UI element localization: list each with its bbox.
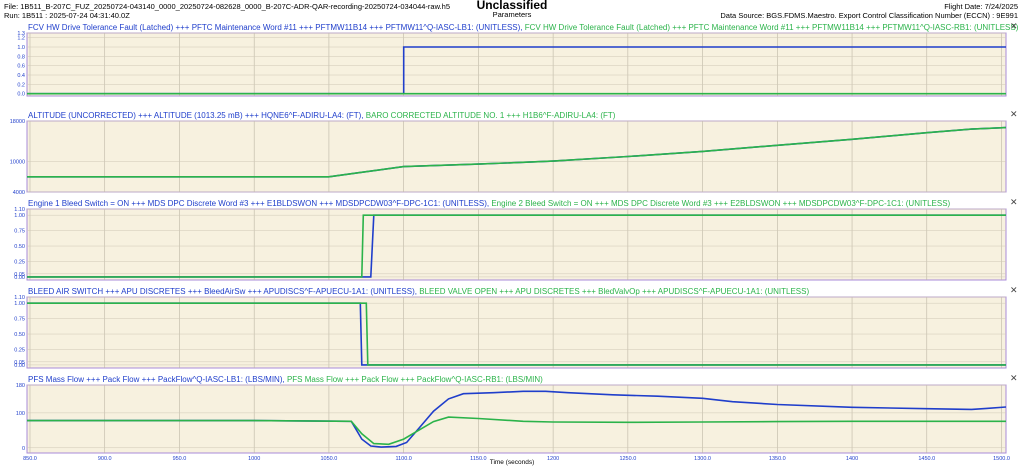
y-tick-label: 0.25 xyxy=(14,347,25,353)
y-tick-label: 0.75 xyxy=(14,229,25,235)
y-tick-label: 180 xyxy=(16,383,25,389)
y-tick-label: 0.4 xyxy=(17,73,25,79)
y-tick-label: 0.2 xyxy=(17,82,25,88)
plot-background xyxy=(26,384,1007,454)
y-tick-label: 0.8 xyxy=(17,54,25,60)
chart-area: 0.00.20.40.60.81.01.21.3400010000180000.… xyxy=(10,31,1010,462)
x-axis-label: Time (seconds) xyxy=(489,459,535,466)
y-tick-label: 100 xyxy=(16,411,25,417)
y-tick-label: 0.50 xyxy=(14,332,25,338)
y-tick-label: 1.10 xyxy=(14,295,25,301)
y-tick-label: 1.00 xyxy=(14,301,25,307)
plot-background xyxy=(26,208,1007,281)
y-tick-label: 0.25 xyxy=(14,259,25,265)
y-tick-label: 1.00 xyxy=(14,213,25,219)
y-tick-label: 0.05 xyxy=(14,272,25,278)
y-tick-label: 0.05 xyxy=(14,360,25,366)
y-tick-label: 0.0 xyxy=(17,92,25,98)
plot-background xyxy=(26,32,1007,97)
y-tick-label: 18000 xyxy=(10,119,25,125)
y-tick-label: 0.50 xyxy=(14,244,25,250)
plot-background xyxy=(26,120,1007,193)
y-tick-label: 0 xyxy=(22,446,25,452)
y-tick-label: 10000 xyxy=(10,160,25,166)
y-tick-label: 1.10 xyxy=(14,207,25,213)
y-tick-label: 1.0 xyxy=(17,45,25,51)
y-tick-label: 0.6 xyxy=(17,64,25,70)
plot-background xyxy=(26,296,1007,369)
y-tick-label: 4000 xyxy=(13,190,25,196)
y-tick-label: 1.3 xyxy=(17,31,25,37)
y-tick-label: 0.75 xyxy=(14,317,25,323)
